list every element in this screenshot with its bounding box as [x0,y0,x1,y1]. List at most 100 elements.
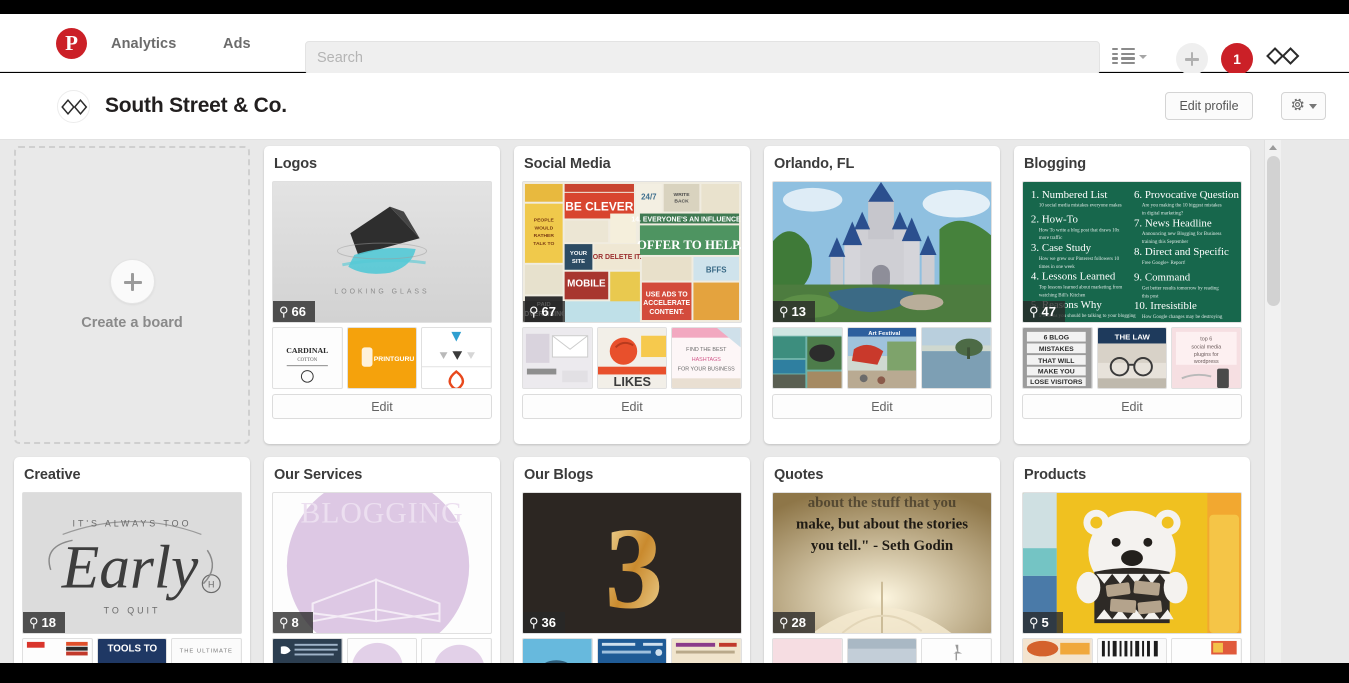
board-thumbnails [772,638,992,663]
svg-text:CARDINAL: CARDINAL [286,346,328,355]
svg-text:more traffic: more traffic [1039,236,1063,241]
list-view-icon[interactable] [1112,48,1136,65]
svg-text:top 6: top 6 [1201,337,1213,343]
board-card-our-services[interactable]: Our Services BLOGGING ⚲ 8 [264,457,500,663]
add-pin-button[interactable] [1176,43,1208,75]
svg-text:HASHTAGS: HASHTAGS [692,357,722,363]
board-thumbnail[interactable] [1022,638,1093,663]
svg-text:H: H [208,580,214,590]
edit-board-button[interactable]: Edit [1022,394,1242,419]
svg-text:SITE: SITE [572,259,585,265]
board-thumbnail[interactable]: FIND THE BEST HASHTAGS FOR YOUR BUSINESS [671,327,742,389]
board-thumbnail[interactable] [272,638,343,663]
svg-text:FOR YOUR BUSINESS: FOR YOUR BUSINESS [678,367,735,373]
edit-board-button[interactable]: Edit [772,394,992,419]
create-board-button[interactable]: Create a board [14,146,250,444]
settings-menu-button[interactable] [1281,92,1326,120]
svg-text:IT'S ALWAYS TOO: IT'S ALWAYS TOO [73,519,192,529]
svg-text:How we grew our Pinterest foll: How we grew our Pinterest followers 10 [1039,257,1120,262]
board-thumbnail[interactable]: Art Festival [846,327,918,389]
scrollbar-thumb[interactable] [1267,156,1280,306]
board-cover[interactable]: ⚲ 5 [1022,492,1242,634]
board-cover[interactable]: about the stuff that you make, but about… [772,492,992,634]
board-thumbnails: 6 BLOG MISTAKES THAT WILL MAKE YOU LOSE … [1022,327,1242,389]
board-thumbnail[interactable] [1096,638,1168,663]
board-cover[interactable]: ⚲ 13 [772,181,992,323]
board-thumbnail[interactable]: TOOLS TO [96,638,168,663]
edit-profile-button[interactable]: Edit profile [1165,92,1253,120]
svg-text:Top lessons learned about mark: Top lessons learned about marketing from [1039,285,1123,290]
board-cover[interactable]: LOOKING GLASS ⚲ 66 [272,181,492,323]
board-thumbnail[interactable] [671,638,742,663]
svg-text:ACCELERATE: ACCELERATE [643,300,690,307]
board-card-social-media[interactable]: Social Media BE CLEVER 24/7 WRITE BACK P… [514,146,750,444]
search-input[interactable] [306,42,1099,73]
board-thumbnail[interactable]: 6 BLOG MISTAKES THAT WILL MAKE YOU LOSE … [1022,327,1093,389]
user-avatar-icon[interactable] [1266,47,1300,70]
svg-text:LIKES: LIKES [613,375,650,388]
board-thumbnail[interactable]: THE ULTIMATE [171,638,242,663]
svg-text:LOOKING GLASS: LOOKING GLASS [334,288,429,295]
board-thumbnail[interactable] [421,327,492,389]
svg-text:4. Lessons Learned: 4. Lessons Learned [1031,271,1116,283]
board-title: Products [1024,467,1087,483]
boards-grid: Create a board Logos LOOKING GLASS ⚲ 66 … [14,146,1264,663]
page-gutter [1281,140,1349,663]
pushpin-icon: ⚲ [279,615,289,630]
page-title: South Street & Co. [105,94,287,117]
svg-text:TOOLS TO: TOOLS TO [107,644,157,655]
board-thumbnail[interactable] [522,638,593,663]
board-cover[interactable]: BE CLEVER 24/7 WRITE BACK PEOPLE WOULD R… [522,181,742,323]
board-thumbnail[interactable] [522,327,593,389]
avatar[interactable] [57,90,90,123]
board-thumbnail[interactable]: THE LAW [1096,327,1168,389]
nav-ads[interactable]: Ads [223,36,251,52]
edit-board-button[interactable]: Edit [272,394,492,419]
board-thumbnail[interactable] [421,638,492,663]
pushpin-icon: ⚲ [779,304,789,319]
svg-text:TALK TO: TALK TO [533,241,554,247]
chevron-down-icon[interactable] [1139,55,1147,59]
board-card-blogging[interactable]: Blogging 1. Numbered List 10 social medi… [1014,146,1250,444]
board-thumbnail[interactable] [346,638,418,663]
board-thumbnail[interactable] [921,327,992,389]
board-thumbnail[interactable]: PRINTGURU [346,327,418,389]
gear-icon [1290,97,1305,115]
vertical-scrollbar[interactable] [1264,140,1281,663]
board-thumbnail[interactable] [22,638,93,663]
svg-text:THAT WILL: THAT WILL [1038,358,1074,365]
svg-text:PRINTGURU: PRINTGURU [373,356,414,363]
edit-board-button[interactable]: Edit [522,394,742,419]
board-cover[interactable]: 1. Numbered List 10 social media mistake… [1022,181,1242,323]
notifications-badge[interactable]: 1 [1221,43,1253,75]
board-cover[interactable]: BLOGGING ⚲ 8 [272,492,492,634]
board-card-orlando-fl[interactable]: Orlando, FL ⚲ 13 Art Festival Edit [764,146,1000,444]
board-card-creative[interactable]: Creative IT'S ALWAYS TOO Early TO QUIT H [14,457,250,663]
svg-text:THE ULTIMATE: THE ULTIMATE [180,649,233,655]
board-card-logos[interactable]: Logos LOOKING GLASS ⚲ 66 CARDINAL COTTON… [264,146,500,444]
board-card-products[interactable]: Products ⚲ 5 [1014,457,1250,663]
app-header: P Analytics Ads 1 [0,14,1349,75]
board-thumbnail[interactable] [1171,638,1242,663]
board-card-our-blogs[interactable]: Our Blogs 3 ⚲ 36 [514,457,750,663]
pinterest-logo-icon[interactable]: P [56,28,87,59]
board-thumbnail[interactable] [772,327,843,389]
board-thumbnail[interactable] [772,638,843,663]
search-box[interactable] [305,41,1100,74]
board-cover[interactable]: 3 ⚲ 36 [522,492,742,634]
board-thumbnail[interactable]: CARDINAL COTTON [272,327,343,389]
board-cover[interactable]: IT'S ALWAYS TOO Early TO QUIT H ⚲ 18 [22,492,242,634]
board-thumbnail[interactable]: LIKES [596,327,668,389]
svg-text:3. Case Study: 3. Case Study [1031,242,1092,254]
board-thumbnail[interactable] [921,638,992,663]
scroll-up-arrow-icon[interactable] [1269,145,1277,150]
board-card-quotes[interactable]: Quotes about the stuff that you make, bu… [764,457,1000,663]
board-thumbnails [522,638,742,663]
nav-analytics[interactable]: Analytics [111,36,176,52]
board-title: Logos [274,156,317,172]
pin-count-badge: ⚲ 8 [273,612,313,633]
board-title: Quotes [774,467,824,483]
board-thumbnail[interactable]: top 6 social media plugins for wordpress [1171,327,1242,389]
board-thumbnail[interactable] [846,638,918,663]
board-thumbnail[interactable] [596,638,668,663]
